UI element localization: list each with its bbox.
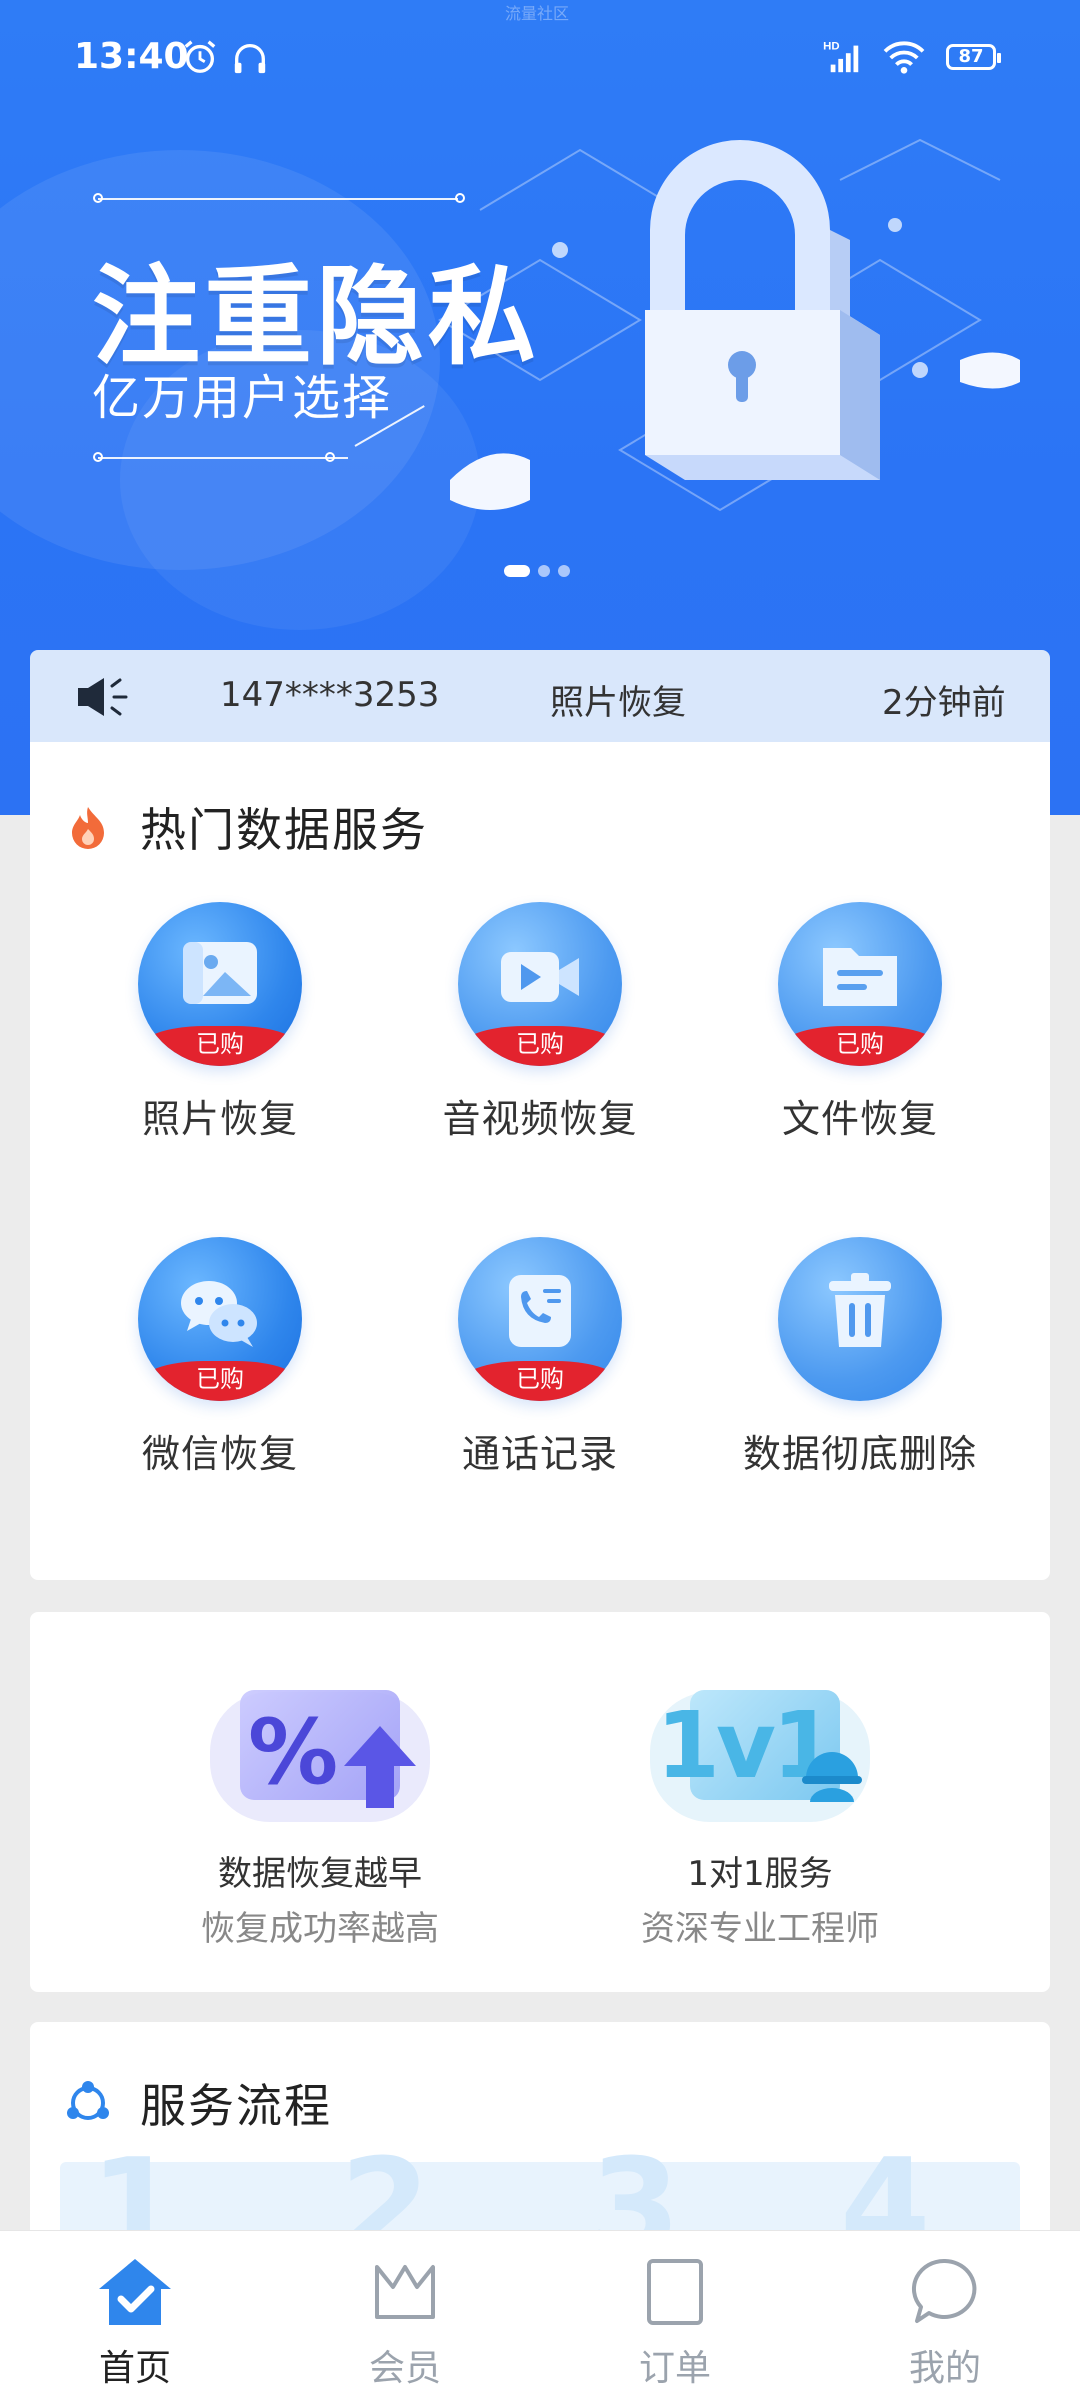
service-label: 数据彻底删除: [742, 1432, 977, 1476]
folder-icon: [823, 948, 897, 1006]
crown-icon: [375, 2265, 435, 2319]
pager-dot-active: [504, 564, 530, 577]
alarm-icon: [184, 40, 216, 73]
watermark: 流量社区: [505, 4, 570, 23]
bought-badge: 已购: [778, 1026, 942, 1066]
order-icon: [647, 2259, 703, 2325]
section-title: 热门数据服务: [140, 803, 428, 857]
headphones-icon: [234, 43, 266, 74]
bought-badge: 已购: [138, 1026, 302, 1066]
ticker-phone: 147****3253: [220, 675, 440, 715]
pager-dot: [538, 564, 550, 577]
service-icon-bubble: 已购: [458, 1237, 622, 1401]
service-label: 音视频恢复: [442, 1097, 638, 1141]
nav-home[interactable]: 首页: [35, 2253, 235, 2391]
signal-icon: HD: [823, 40, 859, 73]
service-icon-bubble: 已购: [778, 902, 942, 1066]
service-icon-bubble: [778, 1237, 942, 1401]
nav-orders[interactable]: 订单: [575, 2253, 775, 2391]
nav-label: 会员: [368, 2348, 441, 2389]
up-arrow-icon: [344, 1726, 416, 1808]
service-icon-bubble: 已购: [138, 1237, 302, 1401]
section-header: 服务流程: [64, 2070, 332, 2136]
promo-line2: 资深专业工程师: [641, 1909, 879, 1949]
fire-icon: [72, 807, 104, 849]
pager-dot: [558, 564, 570, 577]
engineer-helmet-icon: [802, 1752, 862, 1802]
promo-one-on-one[interactable]: 1v1 1对1服务 资深专业工程师: [560, 1672, 960, 1950]
section-header: 热门数据服务: [64, 794, 428, 860]
percent-symbol: %: [248, 1700, 339, 1805]
service-icon-bubble: 已购: [138, 902, 302, 1066]
nav-label: 我的: [908, 2348, 981, 2389]
service-label: 照片恢复: [141, 1097, 298, 1141]
service-label: 文件恢复: [781, 1097, 938, 1141]
service-label: 通话记录: [461, 1432, 618, 1476]
service-call-log[interactable]: 已购 通话记录: [390, 1237, 690, 1478]
service-wechat-recovery[interactable]: 已购 微信恢复: [70, 1237, 370, 1478]
home-icon: [99, 2259, 171, 2325]
promo-early-recovery[interactable]: % 数据恢复越早 恢复成功率越高: [120, 1672, 520, 1950]
service-file-recovery[interactable]: 已购 文件恢复: [710, 902, 1010, 1143]
banner-pager: [504, 560, 578, 579]
chat-bubble-icon: [911, 2258, 977, 2323]
percent-illustration: %: [200, 1672, 440, 1832]
battery-icon: 87: [946, 44, 1001, 70]
nav-label: 订单: [638, 2348, 711, 2389]
nav-label: 首页: [98, 2348, 171, 2389]
speaker-icon: [78, 678, 128, 716]
service-icon-bubble: 已购: [458, 902, 622, 1066]
nav-profile[interactable]: 我的: [845, 2253, 1045, 2391]
video-camera-icon: [501, 952, 579, 1002]
bought-badge: 已购: [458, 1361, 622, 1401]
one-on-one-illustration: 1v1: [640, 1672, 880, 1832]
banner-subtitle: 亿万用户选择: [92, 370, 393, 426]
network-label: HD: [823, 40, 839, 52]
service-data-wipe[interactable]: 数据彻底删除: [710, 1237, 1010, 1478]
ticker-time: 2分钟前: [882, 683, 1006, 723]
flow-icon: [67, 2081, 109, 2120]
wifi-icon: [883, 41, 925, 74]
status-bar: 流量社区 13:40 HD 87: [0, 0, 1080, 110]
bought-badge: 已购: [138, 1361, 302, 1401]
wechat-icon: [181, 1281, 257, 1347]
promo-line2: 恢复成功率越高: [201, 1909, 439, 1949]
call-log-icon: [509, 1275, 571, 1347]
banner-line: [98, 198, 458, 200]
hot-services-card: 热门数据服务 已购 照片恢复 已购 音视频恢复 已购 文件恢复 已购 微信恢复 …: [30, 742, 1050, 1580]
promo-line1: 1对1服务: [687, 1854, 833, 1894]
banner-line: [98, 457, 348, 459]
nav-membership[interactable]: 会员: [305, 2253, 505, 2391]
promo-card: % 数据恢复越早 恢复成功率越高 1v1 1对1服务 资深专业工程师: [30, 1612, 1050, 1992]
banner-dot: [325, 452, 335, 462]
service-photo-recovery[interactable]: 已购 照片恢复: [70, 902, 370, 1143]
ticker-service: 照片恢复: [550, 683, 686, 723]
trash-icon: [829, 1273, 891, 1347]
section-title: 服务流程: [140, 2079, 332, 2133]
photo-icon: [183, 942, 257, 1004]
banner-dot: [93, 193, 103, 203]
bottom-nav: 首页 会员 订单 我的: [0, 2230, 1080, 2401]
service-label: 微信恢复: [141, 1432, 298, 1476]
recent-orders-ticker: 147****3253 照片恢复 2分钟前: [30, 650, 1050, 742]
banner-dot: [93, 452, 103, 462]
padlock-illustration: [438, 138, 1020, 512]
service-av-recovery[interactable]: 已购 音视频恢复: [390, 902, 690, 1143]
battery-level: 87: [958, 46, 984, 67]
status-time: 13:40: [74, 36, 189, 77]
promo-line1: 数据恢复越早: [218, 1854, 422, 1894]
bought-badge: 已购: [458, 1026, 622, 1066]
